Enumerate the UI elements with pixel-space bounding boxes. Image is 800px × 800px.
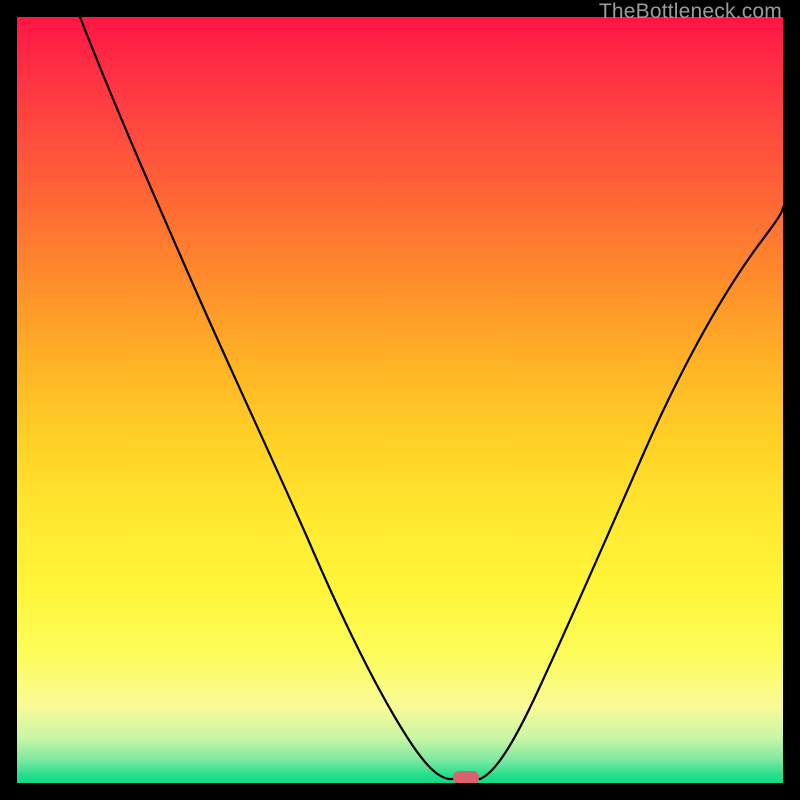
plot-area [17,17,783,783]
optimal-marker [453,771,479,783]
curve-layer [17,17,783,783]
chart-frame: TheBottleneck.com [0,0,800,800]
watermark-text: TheBottleneck.com [599,0,782,24]
bottleneck-curve [80,17,783,779]
